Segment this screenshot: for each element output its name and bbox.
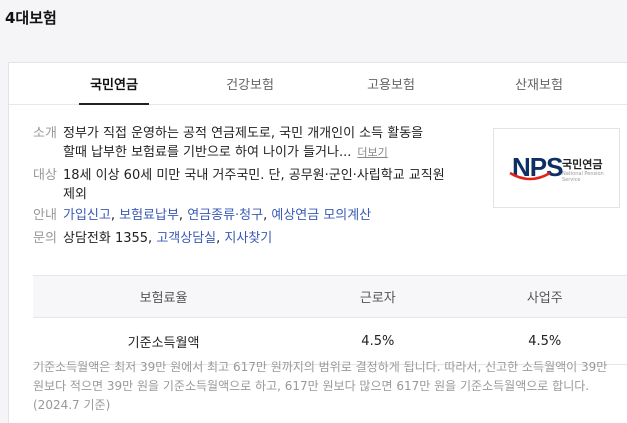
table-header-employer: 사업주 [461, 275, 627, 318]
contact-body: 상담전화 1355, 고객상담실, 지사찾기 [63, 231, 273, 246]
guide-links: 가입신고, 보험료납부, 연금종류·청구, 예상연금 모의계산 [63, 208, 372, 223]
guide-link-pension-types[interactable]: 연금종류·청구 [187, 208, 263, 223]
contact-label: 문의 [33, 231, 57, 246]
intro-body: 정부가 직접 운영하는 공적 연금제도로, 국민 개개인이 소득 활동을 할때 … [63, 124, 493, 162]
target-row: 대상 18세 이상 60세 미만 국내 거주국민. 단, 공무원·군인·사립학교… [33, 166, 493, 206]
tab-health-insurance[interactable]: 건강보험 [215, 74, 285, 93]
target-label: 대상 [33, 168, 57, 183]
intro-text-line1: 정부가 직접 운영하는 공적 연금제도로, 국민 개개인이 소득 활동을 [63, 126, 424, 141]
active-tab-indicator [79, 103, 149, 105]
contact-link-customer-center[interactable]: 고객상담실 [156, 231, 216, 246]
logo-swoosh-icon [509, 171, 551, 181]
footnote: 기준소득월액은 최저 39만 원에서 최고 617만 원까지의 범위로 결정하게… [33, 360, 608, 412]
target-text-line2: 제외 [63, 187, 87, 202]
intro-text-line2: 할때 납부한 보험료를 기반으로 하여 나이가 들거나... [63, 145, 352, 160]
more-link[interactable]: 더보기 [357, 146, 387, 159]
tab-bar: 국민연금 건강보험 고용보험 산재보험 [9, 63, 627, 105]
intro-label: 소개 [33, 126, 57, 141]
premium-rate-table: 보험료율 근로자 사업주 기준소득월액 4.5% 4.5% [33, 275, 627, 365]
target-body: 18세 이상 60세 미만 국내 거주국민. 단, 공무원·군인·사립학교 교직… [63, 166, 493, 204]
contact-row: 문의 상담전화 1355, 고객상담실, 지사찾기 [33, 229, 493, 249]
guide-label: 안내 [33, 208, 57, 223]
table-header-rate: 보험료율 [33, 275, 295, 318]
contact-phone: 상담전화 1355, [63, 231, 153, 246]
guide-row: 안내 가입신고, 보험료납부, 연금종류·청구, 예상연금 모의계산 [33, 206, 493, 226]
intro-row: 소개 정부가 직접 운영하는 공적 연금제도로, 국민 개개인이 소득 활동을 … [33, 124, 493, 164]
table-header-employee: 근로자 [294, 275, 462, 318]
tab-employment-insurance[interactable]: 고용보험 [356, 74, 426, 93]
guide-link-signup[interactable]: 가입신고 [63, 208, 111, 223]
page-title: 4대보험 [5, 9, 57, 27]
guide-link-payment[interactable]: 보험료납부 [119, 208, 179, 223]
nps-logo: NPS 국민연금 National Pension Service [493, 128, 620, 208]
insurance-card: 국민연금 건강보험 고용보험 산재보험 소개 정부가 직접 운영하는 공적 연금… [8, 62, 627, 423]
logo-name: 국민연금 [562, 158, 603, 171]
guide-link-simulation[interactable]: 예상연금 모의계산 [271, 208, 371, 223]
contact-link-branch-finder[interactable]: 지사찾기 [224, 231, 272, 246]
table-header-row: 보험료율 근로자 사업주 [33, 275, 627, 318]
target-text-line1: 18세 이상 60세 미만 국내 거주국민. 단, 공무원·군인·사립학교 교직… [63, 168, 445, 183]
logo-subtitle: National Pension Service [562, 171, 604, 183]
tab-national-pension[interactable]: 국민연금 [79, 74, 149, 93]
tab-industrial-accident-insurance[interactable]: 산재보험 [504, 74, 574, 93]
